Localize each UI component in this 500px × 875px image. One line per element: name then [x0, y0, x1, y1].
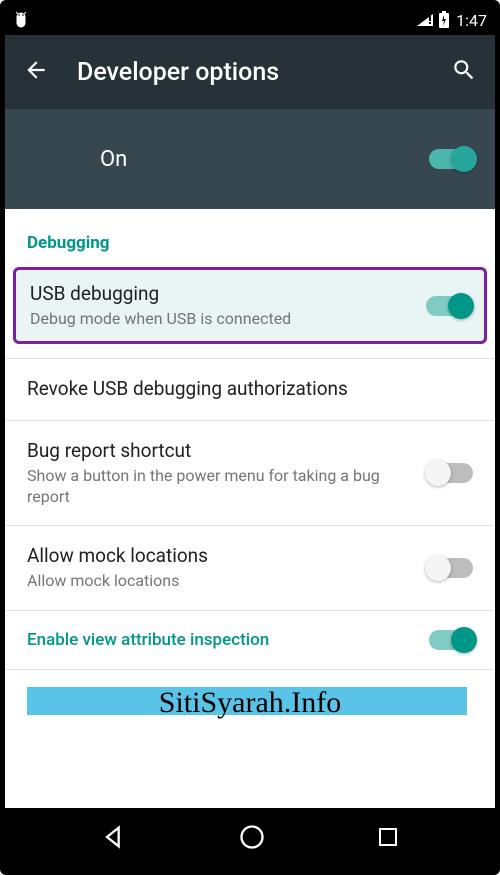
- nav-recent-button[interactable]: [376, 825, 400, 853]
- mock-locations-switch[interactable]: [429, 558, 473, 578]
- setting-usb-debugging[interactable]: USB debugging Debug mode when USB is con…: [13, 267, 487, 344]
- usb-debugging-switch[interactable]: [426, 296, 470, 316]
- back-arrow-icon: [23, 57, 49, 83]
- status-bar: 1:47: [5, 5, 495, 35]
- setting-revoke-auth[interactable]: Revoke USB debugging authorizations: [5, 359, 495, 420]
- watermark-text: SitiSyarah.Info: [159, 686, 341, 720]
- status-time: 1:47: [456, 11, 487, 30]
- circle-home-icon: [238, 823, 266, 851]
- setting-title: Bug report shortcut: [27, 439, 413, 464]
- triangle-back-icon: [100, 823, 128, 851]
- setting-title: Enable view attribute inspection: [27, 629, 413, 651]
- view-attr-switch[interactable]: [429, 630, 473, 650]
- master-toggle-section[interactable]: On: [5, 109, 495, 209]
- section-header-debugging: Debugging: [5, 209, 495, 267]
- search-button[interactable]: [451, 57, 477, 87]
- battery-charging-icon: [438, 11, 450, 29]
- setting-view-attribute-inspection[interactable]: Enable view attribute inspection: [5, 611, 495, 669]
- nav-home-button[interactable]: [238, 823, 266, 855]
- setting-subtitle: Allow mock locations: [27, 571, 413, 592]
- android-debug-icon: [13, 11, 29, 29]
- master-toggle-label: On: [100, 147, 127, 172]
- square-recent-icon: [376, 825, 400, 849]
- setting-bug-report[interactable]: Bug report shortcut Show a button in the…: [5, 421, 495, 525]
- setting-subtitle: Debug mode when USB is connected: [30, 309, 410, 330]
- search-icon: [451, 57, 477, 83]
- setting-mock-locations[interactable]: Allow mock locations Allow mock location…: [5, 526, 495, 609]
- master-toggle-switch[interactable]: [429, 149, 473, 169]
- page-title: Developer options: [77, 58, 451, 87]
- setting-subtitle: Show a button in the power menu for taki…: [27, 466, 413, 508]
- navigation-bar: [5, 808, 495, 870]
- back-button[interactable]: [23, 57, 49, 87]
- setting-title: Allow mock locations: [27, 544, 413, 569]
- app-bar: Developer options: [5, 35, 495, 109]
- signal-warning-icon: [416, 13, 434, 27]
- nav-back-button[interactable]: [100, 823, 128, 855]
- setting-title: Revoke USB debugging authorizations: [27, 377, 473, 402]
- setting-title: USB debugging: [30, 282, 410, 307]
- bug-report-switch[interactable]: [429, 463, 473, 483]
